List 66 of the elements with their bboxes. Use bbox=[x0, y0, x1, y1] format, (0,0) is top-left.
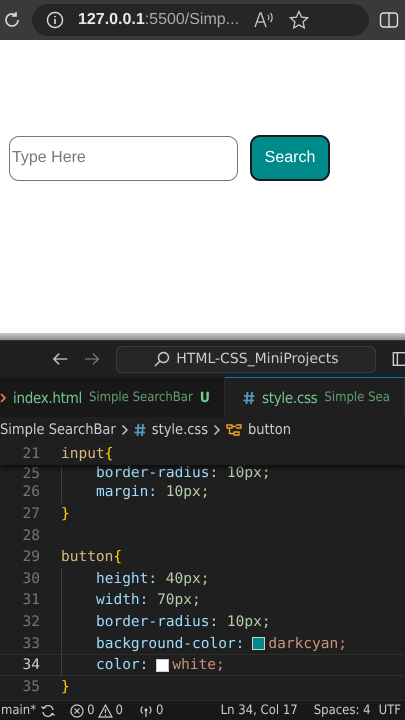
cursor-position-item[interactable]: Ln 34, Col 17 bbox=[216, 703, 302, 718]
split-screen-icon[interactable] bbox=[379, 11, 399, 29]
code-text: width: bbox=[96, 592, 148, 608]
symbol-structure-icon bbox=[226, 423, 242, 437]
line-number: 27 bbox=[22, 506, 40, 522]
code-text: darkcyan; bbox=[268, 636, 347, 652]
sync-icon[interactable] bbox=[40, 704, 56, 718]
editor-tab[interactable]: style.css Simple Sea bbox=[224, 377, 405, 417]
line-number: 30 bbox=[22, 570, 40, 587]
problems-status-item[interactable]: 0 0 bbox=[66, 703, 127, 718]
color-swatch-icon[interactable] bbox=[156, 658, 170, 672]
favorite-star-icon[interactable] bbox=[289, 10, 310, 30]
command-center-search[interactable]: HTML-CSS_MiniProjects bbox=[116, 346, 376, 372]
back-arrow-icon[interactable] bbox=[52, 352, 68, 366]
warning-icon bbox=[98, 704, 113, 718]
layout-panel-icon[interactable] bbox=[392, 350, 405, 368]
code-text: 10px; bbox=[226, 614, 271, 630]
breadcrumb-item[interactable]: style.css bbox=[134, 422, 208, 438]
line-number: 25 bbox=[22, 466, 40, 482]
line-number: 26 bbox=[22, 484, 40, 500]
line-number: 28 bbox=[22, 528, 40, 544]
line-number: 31 bbox=[22, 592, 40, 608]
chevron-icon bbox=[120, 424, 129, 436]
code-text: 10px; bbox=[226, 465, 271, 482]
antenna-icon bbox=[138, 704, 153, 718]
breadcrumb-item[interactable]: Simple SearchBar bbox=[0, 422, 116, 438]
color-swatch-icon[interactable] bbox=[252, 637, 266, 650]
search-button[interactable]: Search bbox=[250, 135, 330, 181]
code-text: border-radius: bbox=[96, 614, 218, 630]
encoding-item[interactable]: UTF bbox=[374, 703, 405, 718]
line-number: 21 bbox=[22, 446, 40, 462]
hash-icon bbox=[134, 423, 146, 437]
line-number: 32 bbox=[22, 614, 40, 630]
code-text: height: bbox=[96, 570, 158, 587]
forward-arrow-icon[interactable] bbox=[84, 352, 100, 366]
read-aloud-icon[interactable] bbox=[253, 11, 276, 29]
code-text: input bbox=[61, 446, 105, 462]
line-number: 34 bbox=[22, 657, 40, 674]
code-text: white; bbox=[172, 657, 225, 674]
code-text: 70px; bbox=[157, 592, 201, 608]
branch-status-item[interactable]: main* bbox=[0, 703, 40, 718]
hash-icon bbox=[242, 390, 255, 404]
code-text: { bbox=[104, 446, 114, 462]
code-text: 40px; bbox=[166, 570, 210, 587]
code-text: button bbox=[61, 549, 114, 566]
error-icon bbox=[70, 704, 84, 718]
breadcrumb-item[interactable]: button bbox=[226, 422, 292, 438]
editor-tab[interactable]: index.html Simple SearchBar U bbox=[0, 377, 225, 417]
line-number: 35 bbox=[22, 678, 40, 695]
code-text: } bbox=[61, 506, 70, 522]
code-text: } bbox=[61, 678, 70, 695]
code-text: background-color: bbox=[96, 636, 244, 652]
info-icon[interactable] bbox=[46, 11, 64, 29]
code-text: border-radius: bbox=[96, 465, 218, 482]
indentation-item[interactable]: Spaces: 4 bbox=[310, 703, 375, 718]
reload-icon[interactable] bbox=[2, 10, 22, 30]
line-number: 33 bbox=[22, 636, 40, 652]
code-text: color: bbox=[96, 657, 148, 674]
code-text: 10px; bbox=[166, 484, 210, 500]
chevron-icon bbox=[212, 424, 221, 436]
ports-status-item[interactable]: 0 bbox=[134, 703, 168, 718]
search-input-field[interactable]: Type Here bbox=[9, 136, 238, 180]
code-text: { bbox=[113, 549, 122, 566]
search-icon bbox=[154, 351, 170, 367]
code-text: margin: bbox=[96, 484, 158, 500]
line-number: 29 bbox=[22, 549, 40, 566]
